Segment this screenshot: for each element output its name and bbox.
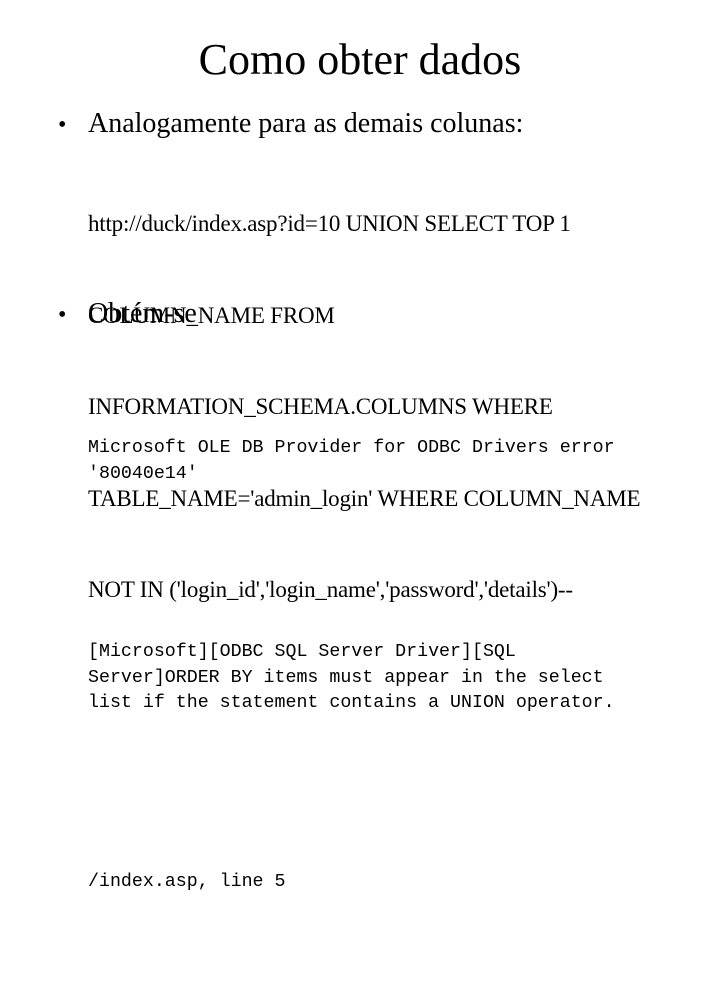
bullet-icon: •	[58, 302, 67, 328]
bullet-text: Analogamente para as demais colunas:	[88, 108, 524, 139]
bullet-text: Obtém-se	[88, 298, 197, 329]
error-line: [Microsoft][ODBC SQL Server Driver][SQL	[88, 642, 516, 662]
bullet-icon: •	[58, 112, 67, 138]
error-message: Microsoft OLE DB Provider for ODBC Drive…	[88, 334, 615, 997]
error-line: list if the statement contains a UNION o…	[88, 693, 615, 713]
code-line: http://duck/index.asp?id=10 UNION SELECT…	[88, 211, 571, 236]
bullet-item-obtem-se: • Obtém-se	[58, 296, 197, 333]
error-line: Server]ORDER BY items must appear in the…	[88, 667, 604, 688]
error-line: /index.asp, line 5	[88, 871, 286, 892]
error-paragraph: Microsoft OLE DB Provider for ODBC Drive…	[88, 385, 615, 538]
bullet-item-analogamente: • Analogamente para as demais colunas:	[58, 106, 523, 143]
slide-title: Como obter dados	[198, 35, 522, 84]
error-line: '80040e14'	[88, 463, 198, 484]
error-line: Microsoft OLE DB Provider for ODBC Drive…	[88, 438, 615, 458]
error-paragraph: [Microsoft][ODBC SQL Server Driver][SQL S…	[88, 589, 615, 768]
error-paragraph: /index.asp, line 5	[88, 819, 615, 947]
